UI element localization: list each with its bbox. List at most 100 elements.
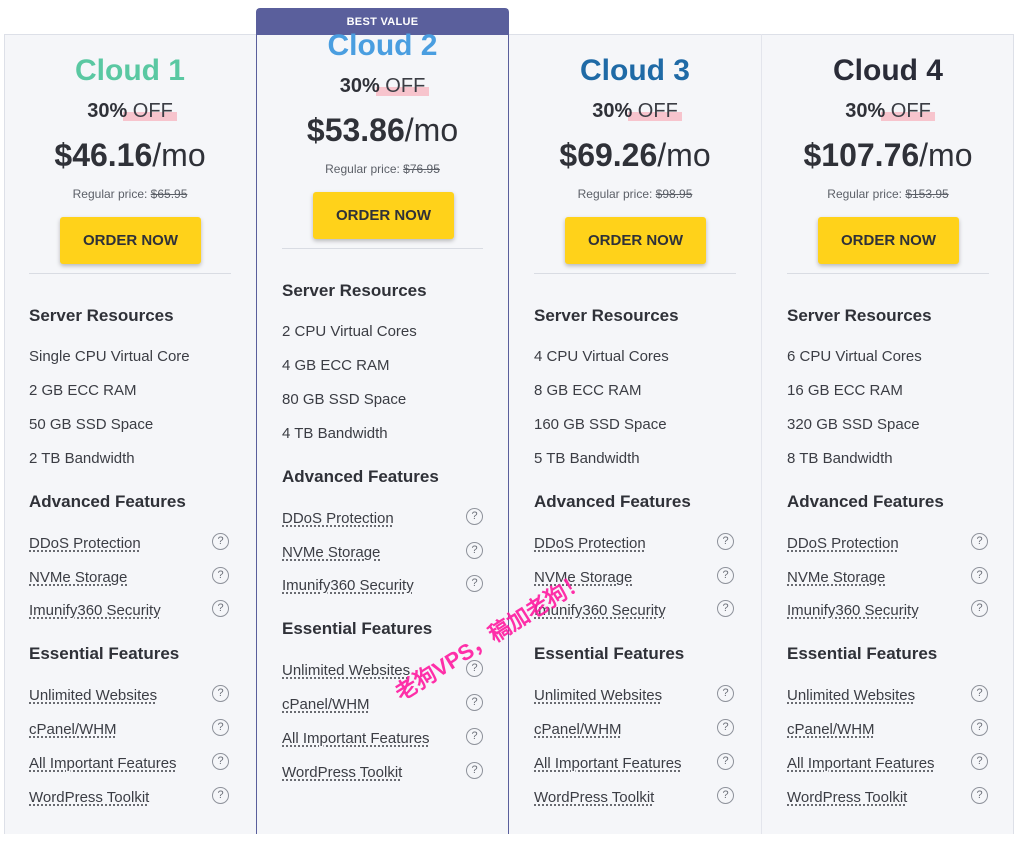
divider bbox=[282, 248, 483, 249]
feature-link[interactable]: All Important Features bbox=[282, 730, 430, 747]
feature-link[interactable]: All Important Features bbox=[534, 755, 682, 772]
feature-link[interactable]: Imunify360 Security bbox=[282, 577, 414, 594]
question-circle-icon[interactable]: ? bbox=[717, 787, 734, 804]
order-now-button[interactable]: ORDER NOW bbox=[565, 217, 706, 264]
question-circle-icon[interactable]: ? bbox=[212, 719, 229, 736]
feature-link[interactable]: cPanel/WHM bbox=[282, 696, 370, 713]
question-circle-icon[interactable]: ? bbox=[466, 575, 483, 592]
section-heading-advanced-features: Advanced Features bbox=[534, 492, 691, 511]
feature-link[interactable]: WordPress Toolkit bbox=[29, 789, 149, 806]
question-circle-icon[interactable]: ? bbox=[971, 600, 988, 617]
order-now-button[interactable]: ORDER NOW bbox=[60, 217, 201, 264]
feature-link[interactable]: Unlimited Websites bbox=[282, 662, 410, 679]
question-circle-icon[interactable]: ? bbox=[717, 719, 734, 736]
question-circle-icon[interactable]: ? bbox=[212, 533, 229, 550]
question-circle-icon[interactable]: ? bbox=[717, 753, 734, 770]
feature-link[interactable]: cPanel/WHM bbox=[534, 721, 622, 738]
regular-price: Regular price: $98.95 bbox=[509, 187, 761, 201]
resource-item: 160 GB SSD Space bbox=[534, 416, 667, 433]
regular-price: Regular price: $153.95 bbox=[762, 187, 1014, 201]
question-circle-icon[interactable]: ? bbox=[717, 533, 734, 550]
discount-label: 30% OFF bbox=[509, 100, 761, 123]
discount-wrap: 30% OFF bbox=[592, 100, 682, 123]
question-circle-icon[interactable]: ? bbox=[466, 728, 483, 745]
discount-percent: 30% bbox=[87, 100, 128, 122]
plan-name: Cloud 2 bbox=[327, 29, 438, 62]
feature-link[interactable]: All Important Features bbox=[787, 755, 935, 772]
section-heading-advanced-features: Advanced Features bbox=[282, 467, 439, 486]
monthly-price: $46.16/mo bbox=[4, 137, 256, 174]
order-now-button[interactable]: ORDER NOW bbox=[818, 217, 959, 264]
question-circle-icon[interactable]: ? bbox=[717, 685, 734, 702]
monthly-price: $107.76/mo bbox=[762, 137, 1014, 174]
plan-card-cloud-3: Cloud 3 30% OFF $69.26/mo Regular price: $9… bbox=[509, 34, 761, 834]
price-period: /mo bbox=[919, 137, 973, 173]
discount-percent: 30% bbox=[339, 75, 380, 97]
question-circle-icon[interactable]: ? bbox=[717, 600, 734, 617]
plan-name: Cloud 1 bbox=[75, 54, 185, 87]
feature-link[interactable]: Unlimited Websites bbox=[29, 687, 157, 704]
resource-item: 8 TB Bandwidth bbox=[787, 450, 893, 467]
section-heading-essential-features: Essential Features bbox=[787, 644, 938, 663]
price-amount: $69.26 bbox=[559, 137, 658, 173]
price-amount: $46.16 bbox=[54, 137, 153, 173]
question-circle-icon[interactable]: ? bbox=[466, 762, 483, 779]
plan-name: Cloud 4 bbox=[833, 54, 943, 87]
feature-link[interactable]: NVMe Storage bbox=[787, 569, 885, 586]
question-circle-icon[interactable]: ? bbox=[212, 600, 229, 617]
divider bbox=[787, 273, 989, 274]
feature-link[interactable]: DDoS Protection bbox=[787, 535, 899, 552]
feature-link[interactable]: WordPress Toolkit bbox=[787, 789, 907, 806]
question-circle-icon[interactable]: ? bbox=[212, 787, 229, 804]
plan-name: Cloud 3 bbox=[580, 54, 690, 87]
question-circle-icon[interactable]: ? bbox=[971, 719, 988, 736]
question-circle-icon[interactable]: ? bbox=[466, 508, 483, 525]
resource-item: 2 CPU Virtual Cores bbox=[282, 323, 417, 340]
question-circle-icon[interactable]: ? bbox=[971, 533, 988, 550]
price-period: /mo bbox=[657, 137, 711, 173]
feature-link[interactable]: NVMe Storage bbox=[29, 569, 127, 586]
feature-link[interactable]: WordPress Toolkit bbox=[534, 789, 654, 806]
section-heading-server-resources: Server Resources bbox=[534, 306, 679, 325]
discount-wrap: 30% OFF bbox=[339, 75, 429, 98]
feature-link[interactable]: DDoS Protection bbox=[29, 535, 141, 552]
resource-item: 4 TB Bandwidth bbox=[282, 425, 388, 442]
feature-link[interactable]: NVMe Storage bbox=[282, 544, 380, 561]
resource-item: 4 CPU Virtual Cores bbox=[534, 348, 669, 365]
section-heading-essential-features: Essential Features bbox=[282, 619, 433, 638]
order-now-button[interactable]: ORDER NOW bbox=[313, 192, 454, 239]
question-circle-icon[interactable]: ? bbox=[971, 753, 988, 770]
feature-link[interactable]: Unlimited Websites bbox=[787, 687, 915, 704]
question-circle-icon[interactable]: ? bbox=[971, 787, 988, 804]
feature-link[interactable]: Unlimited Websites bbox=[534, 687, 662, 704]
question-circle-icon[interactable]: ? bbox=[212, 753, 229, 770]
monthly-price: $69.26/mo bbox=[509, 137, 761, 174]
resource-item: 6 CPU Virtual Cores bbox=[787, 348, 922, 365]
feature-link[interactable]: cPanel/WHM bbox=[787, 721, 875, 738]
question-circle-icon[interactable]: ? bbox=[212, 566, 229, 584]
feature-link[interactable]: DDoS Protection bbox=[282, 510, 394, 527]
feature-link[interactable]: DDoS Protection bbox=[534, 535, 646, 552]
resource-item: 80 GB SSD Space bbox=[282, 391, 407, 408]
question-circle-icon[interactable]: ? bbox=[971, 566, 988, 584]
discount-wrap: 30% OFF bbox=[845, 100, 935, 123]
question-circle-icon[interactable]: ? bbox=[466, 541, 483, 559]
regular-price-label: Regular price: bbox=[325, 162, 400, 176]
question-circle-icon[interactable]: ? bbox=[212, 685, 229, 702]
question-circle-icon[interactable]: ? bbox=[971, 685, 988, 702]
section-heading-server-resources: Server Resources bbox=[282, 281, 427, 300]
discount-off: OFF bbox=[637, 100, 678, 122]
question-circle-icon[interactable]: ? bbox=[466, 694, 483, 711]
section-heading-essential-features: Essential Features bbox=[534, 644, 685, 663]
feature-link[interactable]: WordPress Toolkit bbox=[282, 764, 402, 781]
feature-link[interactable]: Imunify360 Security bbox=[29, 602, 161, 619]
price-amount: $107.76 bbox=[803, 137, 920, 173]
resource-item: 4 GB ECC RAM bbox=[282, 357, 390, 374]
feature-link[interactable]: All Important Features bbox=[29, 755, 177, 772]
feature-link[interactable]: Imunify360 Security bbox=[787, 602, 919, 619]
question-circle-icon[interactable]: ? bbox=[717, 566, 734, 584]
regular-price-label: Regular price: bbox=[827, 187, 902, 201]
discount-off: OFF bbox=[890, 100, 931, 122]
feature-link[interactable]: cPanel/WHM bbox=[29, 721, 117, 738]
discount-label: 30% OFF bbox=[4, 100, 256, 123]
